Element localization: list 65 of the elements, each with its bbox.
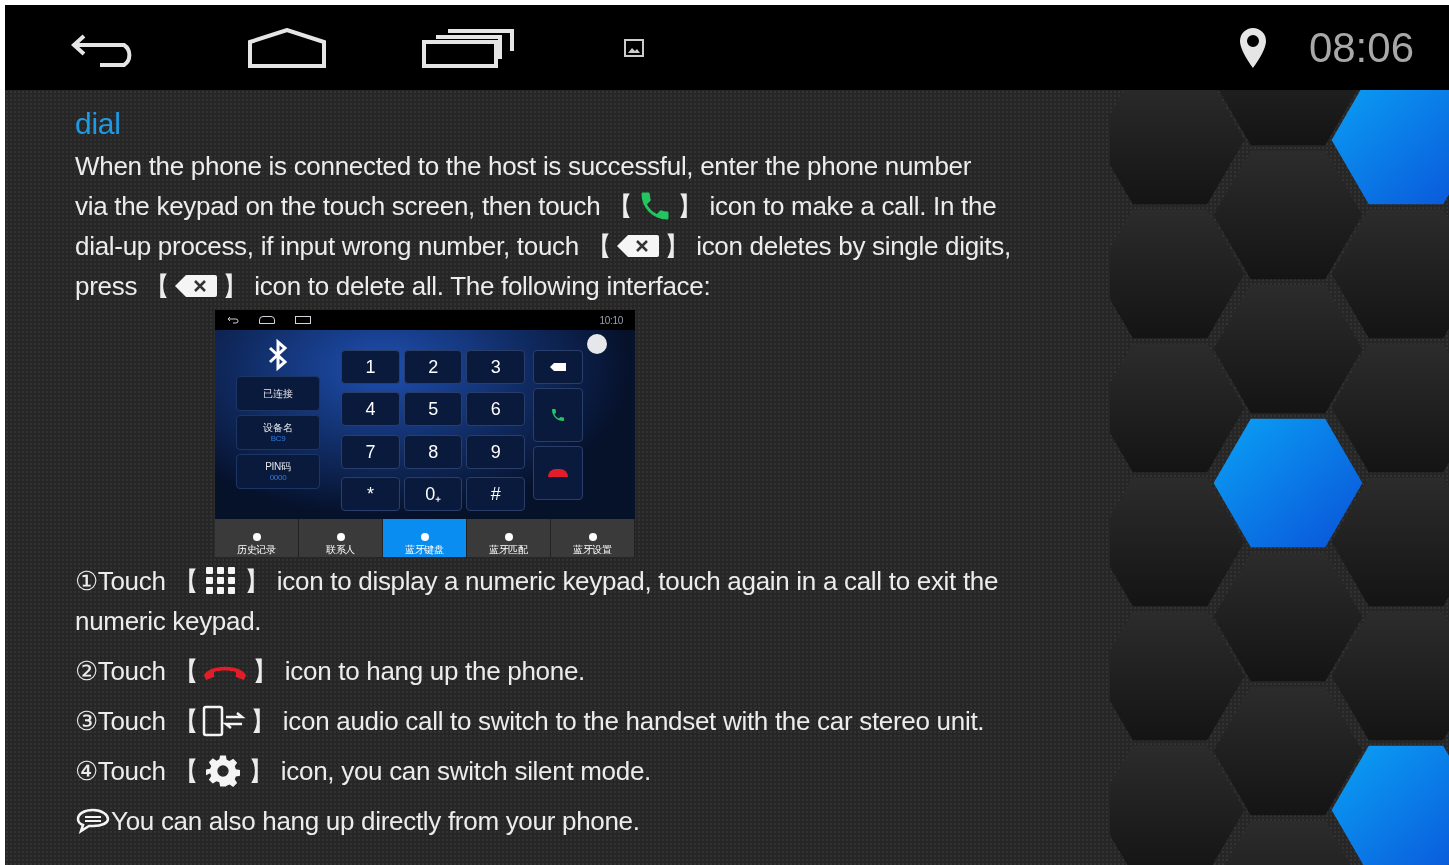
instruction-text: ③Touch 【 bbox=[75, 704, 199, 738]
keypad-key[interactable]: 9 bbox=[466, 434, 525, 469]
section-heading: dial bbox=[75, 106, 121, 142]
keypad-icon bbox=[206, 567, 237, 595]
instruction-text: 】 icon to hang up the phone. bbox=[252, 654, 585, 688]
backspace-icon bbox=[173, 274, 218, 298]
instruction-text: press 【 bbox=[75, 269, 170, 303]
info-label: 设备名 bbox=[263, 422, 293, 433]
instruction-text: dial-up process, if input wrong number, touch 【 bbox=[75, 229, 612, 263]
home-icon bbox=[259, 316, 275, 324]
instruction-text: ①Touch 【 bbox=[75, 564, 199, 598]
location-pin-icon bbox=[1238, 26, 1267, 69]
keypad-key[interactable]: 0₊ bbox=[403, 476, 463, 511]
keypad-key[interactable]: 6 bbox=[466, 392, 525, 427]
keypad-key[interactable]: 7 bbox=[341, 434, 400, 469]
instruction-text: You can also hang up directly from your phone. bbox=[111, 804, 640, 838]
keypad-key[interactable]: 2 bbox=[403, 350, 463, 384]
keypad-key[interactable]: # bbox=[466, 476, 525, 511]
instruction-text: 】 icon audio call to switch to the handset with the car stereo unit. bbox=[250, 704, 985, 738]
backspace-icon bbox=[615, 234, 660, 258]
instruction-text: 】 icon deletes by single digits, bbox=[663, 229, 1011, 263]
instruction-text: 】 icon to delete all. The following interface: bbox=[221, 269, 711, 303]
bottom-tab[interactable]: 蓝牙设置 bbox=[551, 519, 635, 557]
instruction-text: 】 icon to display a numeric keypad, touch again in a call to exit the bbox=[244, 564, 999, 598]
instruction-text: ②Touch 【 bbox=[75, 654, 199, 688]
instruction-text: 】 icon, you can switch silent mode. bbox=[248, 754, 651, 788]
gear-icon bbox=[206, 754, 241, 788]
back-icon bbox=[227, 316, 239, 324]
keypad-key[interactable]: 4 bbox=[341, 392, 400, 427]
instruction-text: ④Touch 【 bbox=[75, 754, 199, 788]
tab-icon bbox=[420, 533, 429, 541]
keypad-key[interactable]: 5 bbox=[403, 392, 463, 427]
tab-icon bbox=[504, 533, 513, 541]
recents-icon[interactable] bbox=[422, 27, 514, 68]
backspace-icon bbox=[550, 363, 566, 371]
info-label: PIN码 bbox=[265, 461, 291, 472]
keypad-key[interactable]: 1 bbox=[341, 350, 400, 384]
recents-icon bbox=[295, 316, 311, 324]
info-value: BC9 bbox=[270, 434, 286, 443]
info-value: 0000 bbox=[269, 473, 287, 482]
keypad-key[interactable]: * bbox=[341, 476, 400, 511]
keypad-key[interactable]: 8 bbox=[403, 434, 463, 469]
instruction-text: numeric keypad. bbox=[75, 604, 262, 638]
bottom-tab[interactable]: 历史记录 bbox=[215, 519, 299, 557]
speech-bubble-icon bbox=[75, 807, 111, 835]
instruction-text: 】 icon to make a call. In the bbox=[676, 189, 997, 223]
bottom-tab[interactable]: 蓝牙匹配 bbox=[467, 519, 551, 557]
tab-icon bbox=[588, 533, 597, 541]
delete-button[interactable] bbox=[533, 350, 583, 384]
phone-icon bbox=[550, 407, 566, 423]
bottom-tab[interactable]: 联系人 bbox=[299, 519, 383, 557]
phone-switch-icon bbox=[202, 705, 247, 737]
hang-up-button[interactable] bbox=[533, 446, 583, 500]
instruction-text: When the phone is connected to the host is successful, enter the phone number bbox=[75, 149, 972, 183]
clock-text: 10:10 bbox=[599, 313, 623, 328]
keypad-key[interactable]: 3 bbox=[466, 350, 525, 384]
tab-icon bbox=[336, 533, 345, 541]
bluetooth-icon bbox=[267, 338, 289, 372]
instruction-text: via the keypad on the touch screen, then touch 【 bbox=[75, 189, 633, 223]
hang-up-icon bbox=[548, 469, 568, 477]
info-label: 已连接 bbox=[263, 388, 293, 399]
image-icon bbox=[624, 38, 644, 57]
clock-text: 08:06 bbox=[1308, 23, 1414, 73]
home-icon[interactable] bbox=[247, 27, 327, 68]
tab-icon bbox=[252, 533, 261, 541]
